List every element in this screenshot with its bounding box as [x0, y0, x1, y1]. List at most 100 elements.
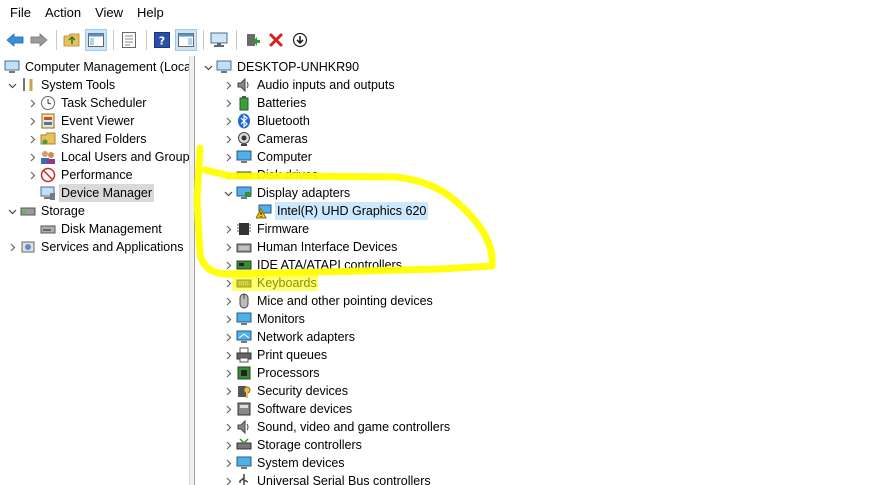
tree-item-storage[interactable]: Storage — [4, 202, 87, 220]
chevron-right-icon[interactable] — [220, 346, 236, 364]
warning-device-icon — [256, 203, 272, 219]
tree-item-task-scheduler[interactable]: Task Scheduler — [24, 94, 148, 112]
pane-splitter[interactable] — [189, 56, 195, 485]
chevron-right-icon[interactable] — [220, 436, 236, 454]
menu-file[interactable]: File — [0, 0, 38, 26]
device-category-mice[interactable]: Mice and other pointing devices — [220, 292, 435, 310]
chevron-right-icon[interactable] — [220, 328, 236, 346]
chevron-right-icon[interactable] — [220, 76, 236, 94]
chevron-down-icon[interactable] — [4, 76, 20, 94]
tree-item-local-users[interactable]: Local Users and Groups — [24, 148, 189, 166]
chevron-down-icon[interactable] — [4, 202, 20, 220]
speaker-icon — [236, 77, 252, 93]
device-category-security[interactable]: Security devices — [220, 382, 350, 400]
device-category-audio[interactable]: Audio inputs and outputs — [220, 76, 397, 94]
scan-hardware-button[interactable] — [208, 29, 230, 51]
device-category-processors[interactable]: Processors — [220, 364, 322, 382]
up-folder-button[interactable] — [61, 29, 83, 51]
controller-card-icon — [236, 257, 252, 273]
bluetooth-icon — [236, 113, 252, 129]
chevron-right-icon[interactable] — [24, 112, 40, 130]
device-intel-uhd-graphics[interactable]: Intel(R) UHD Graphics 620 — [256, 202, 429, 220]
device-category-sound[interactable]: Sound, video and game controllers — [220, 418, 452, 436]
device-category-batteries[interactable]: Batteries — [220, 94, 308, 112]
tree-item-computer-management[interactable]: Computer Management (Local — [4, 58, 189, 76]
chevron-right-icon[interactable] — [220, 472, 236, 485]
chevron-right-icon[interactable] — [4, 238, 20, 256]
chevron-right-icon[interactable] — [220, 400, 236, 418]
show-hide-tree-button[interactable] — [85, 29, 107, 51]
chevron-right-icon[interactable] — [24, 148, 40, 166]
device-category-usb[interactable]: Universal Serial Bus controllers — [220, 472, 433, 485]
chevron-down-icon[interactable] — [220, 184, 236, 202]
device-category-monitors[interactable]: Monitors — [220, 310, 307, 328]
properties-icon — [122, 32, 136, 48]
device-category-firmware[interactable]: Firmware — [220, 220, 311, 238]
chevron-right-icon[interactable] — [220, 310, 236, 328]
back-button[interactable] — [4, 29, 26, 51]
usb-icon — [236, 473, 252, 485]
device-category-display-adapters[interactable]: Display adapters — [220, 184, 352, 202]
computer-management-icon — [4, 59, 20, 75]
tree-item-shared-folders[interactable]: Shared Folders — [24, 130, 148, 148]
chevron-down-icon[interactable] — [200, 58, 216, 76]
uninstall-device-button[interactable] — [265, 29, 287, 51]
device-category-ide[interactable]: IDE ATA/ATAPI controllers — [220, 256, 404, 274]
device-category-storage-controllers[interactable]: Storage controllers — [220, 436, 364, 454]
device-category-disk-drives[interactable]: Disk drives — [220, 166, 320, 184]
forward-button[interactable] — [28, 29, 50, 51]
menu-help[interactable]: Help — [130, 0, 171, 26]
chevron-right-icon[interactable] — [220, 454, 236, 472]
tree-item-event-viewer[interactable]: Event Viewer — [24, 112, 136, 130]
menu-view[interactable]: View — [88, 0, 130, 26]
action-pane-icon — [178, 33, 194, 47]
software-device-icon — [236, 401, 252, 417]
chevron-right-icon[interactable] — [220, 238, 236, 256]
chevron-right-icon[interactable] — [220, 418, 236, 436]
device-category-system-devices[interactable]: System devices — [220, 454, 347, 472]
properties-button[interactable] — [118, 29, 140, 51]
show-action-pane-button[interactable] — [175, 29, 197, 51]
chevron-right-icon[interactable] — [220, 274, 236, 292]
folder-up-icon — [63, 33, 80, 47]
disk-management-icon — [40, 221, 56, 237]
tree-item-services[interactable]: Services and Applications — [4, 238, 185, 256]
device-category-network[interactable]: Network adapters — [220, 328, 357, 346]
update-driver-button[interactable] — [241, 29, 263, 51]
menu-action[interactable]: Action — [38, 0, 88, 26]
device-category-bluetooth[interactable]: Bluetooth — [220, 112, 312, 130]
device-category-software-devices[interactable]: Software devices — [220, 400, 354, 418]
chevron-right-icon[interactable] — [220, 220, 236, 238]
chevron-right-icon[interactable] — [220, 130, 236, 148]
chevron-right-icon[interactable] — [24, 166, 40, 184]
chevron-right-icon[interactable] — [24, 130, 40, 148]
disk-drive-icon — [236, 167, 252, 183]
console-tree-icon — [88, 33, 104, 47]
chevron-right-icon[interactable] — [220, 364, 236, 382]
chevron-right-icon[interactable] — [220, 166, 236, 184]
tree-item-system-tools[interactable]: System Tools — [4, 76, 117, 94]
network-adapter-icon — [236, 329, 252, 345]
help-button[interactable]: ? — [151, 29, 173, 51]
device-tree-root[interactable]: DESKTOP-UNHKR90 — [200, 58, 361, 76]
disable-device-button[interactable] — [289, 29, 311, 51]
device-category-hid[interactable]: Human Interface Devices — [220, 238, 399, 256]
down-arrow-circle-icon — [292, 32, 308, 48]
device-category-cameras[interactable]: Cameras — [220, 130, 310, 148]
chevron-right-icon[interactable] — [220, 148, 236, 166]
battery-icon — [236, 95, 252, 111]
chevron-right-icon[interactable] — [220, 94, 236, 112]
device-category-print-queues[interactable]: Print queues — [220, 346, 329, 364]
chevron-right-icon[interactable] — [220, 292, 236, 310]
speaker-icon — [236, 419, 252, 435]
menu-bar: File Action View Help — [0, 0, 890, 26]
tree-item-device-manager[interactable]: Device Manager — [40, 184, 155, 202]
tree-item-disk-management[interactable]: Disk Management — [40, 220, 164, 238]
chevron-right-icon[interactable] — [24, 94, 40, 112]
device-category-keyboards[interactable]: Keyboards — [220, 274, 319, 292]
tree-item-performance[interactable]: Performance — [24, 166, 135, 184]
device-category-computer[interactable]: Computer — [220, 148, 314, 166]
chevron-right-icon[interactable] — [220, 256, 236, 274]
chevron-right-icon[interactable] — [220, 382, 236, 400]
chevron-right-icon[interactable] — [220, 112, 236, 130]
